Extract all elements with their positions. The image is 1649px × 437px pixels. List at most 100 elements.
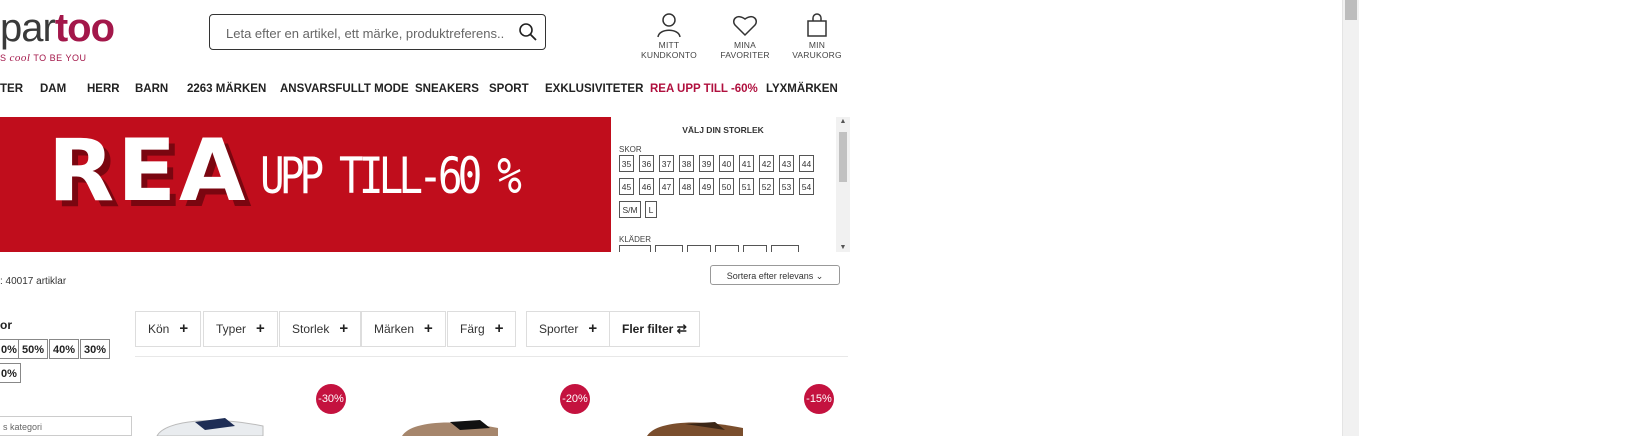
plus-icon: + [494,320,504,337]
search-box [209,14,546,50]
filter-size[interactable]: Storlek + [279,311,362,347]
shoe-size-option[interactable]: 45 [619,178,634,195]
shoe-size-option[interactable]: 54 [799,178,814,195]
nav-item-barn[interactable]: BARN [135,83,168,95]
shoe-size-option[interactable]: 36 [639,155,654,172]
scrollbar-thumb[interactable] [839,132,847,182]
shoe-size-option[interactable]: 46 [639,178,654,195]
shoe-size-option[interactable]: 52 [759,178,774,195]
discount-option[interactable]: 50% [18,339,49,359]
discount-badge: -15% [804,384,834,414]
filter-label: Märken [374,322,415,336]
discount-option[interactable]: 30% [80,339,111,359]
logo-tagline: S cool TO BE YOU [0,52,87,64]
discount-filter-title: or [0,318,12,332]
category-search-input[interactable]: s kategori [0,416,132,436]
clothes-size-option[interactable] [655,245,683,252]
discount-option[interactable]: 40% [49,339,80,359]
shoe-size-option[interactable]: 35 [619,155,634,172]
shoe-size-option[interactable]: 47 [659,178,674,195]
discount-badge: -30% [316,384,346,414]
banner-subline: UPP TILL-60 % [260,147,522,205]
clothes-size-option[interactable] [619,245,651,252]
search-input[interactable] [224,22,508,44]
clothes-size-option[interactable] [771,245,799,252]
filter-sports[interactable]: Sporter + [526,311,611,347]
account-link[interactable]: MITT KUNDKONTO [632,12,706,60]
article-count: : 40017 artiklar [0,276,67,287]
shoe-size-option[interactable]: 50 [719,178,734,195]
clothes-size-label: KLÄDER [619,235,652,244]
shoe-size-option[interactable]: L [645,201,657,218]
filter-label: Kön [148,322,170,336]
logo-text-part1: par [0,6,56,50]
filter-gender[interactable]: Kön + [135,311,202,347]
shoe-size-option[interactable]: 40 [719,155,734,172]
chevron-down-icon: ⌄ [815,271,824,281]
shoe-size-option[interactable]: 53 [779,178,794,195]
nav-item-sale[interactable]: REA UPP TILL -60% [650,83,758,95]
more-filters-label: Fler filter [622,322,674,336]
scroll-up-icon[interactable]: ▲ [836,118,850,125]
heart-icon [733,15,757,37]
product-image-sneaker[interactable] [155,412,265,436]
size-panel-scrollbar[interactable]: ▲ ▼ [836,117,850,252]
shoe-size-option[interactable]: 48 [679,178,694,195]
more-filters-button[interactable]: Fler filter ⇄ [609,311,700,347]
plus-icon: + [179,320,189,337]
cart-label: MIN VARUKORG [792,40,842,60]
filter-types[interactable]: Typer + [203,311,278,347]
tagline-post: TO BE YOU [33,53,87,63]
logo[interactable]: partoo [0,6,115,50]
page-scrollbar[interactable] [1342,0,1359,436]
clothes-size-option[interactable] [743,245,767,252]
favorites-label: MINA FAVORITER [720,40,770,60]
nav-item-exclusive[interactable]: EXKLUSIVITETER [545,83,643,95]
discount-option[interactable]: 0% [0,363,21,383]
shoe-size-option[interactable]: 42 [759,155,774,172]
filter-color[interactable]: Färg + [447,311,517,347]
shoe-size-option[interactable]: 39 [699,155,714,172]
product-image-shoe[interactable] [400,412,500,436]
plus-icon: + [339,320,349,337]
account-label: MITT KUNDKONTO [641,40,697,60]
scroll-down-icon[interactable]: ▼ [836,244,850,251]
logo-text-part2: too [54,6,115,50]
search-icon[interactable] [517,21,539,43]
shoe-size-option[interactable]: S/M [619,201,641,218]
nav-item-brands[interactable]: 2263 MÄRKEN [187,83,266,95]
filter-divider [135,356,848,357]
nav-item-ter[interactable]: TER [0,83,23,95]
nav-item-dam[interactable]: DAM [40,83,66,95]
nav-item-herr[interactable]: HERR [87,83,120,95]
size-panel-title: VÄLJ DIN STORLEK [682,125,764,135]
clothes-size-option[interactable] [715,245,739,252]
filter-label: Färg [460,322,485,336]
shoe-size-option[interactable]: 38 [679,155,694,172]
sort-dropdown[interactable]: Sortera efter relevans ⌄ [710,265,840,285]
shoe-size-option[interactable]: 41 [739,155,754,172]
shoe-size-option[interactable]: 51 [739,178,754,195]
sort-label: Sortera efter relevans [726,271,814,281]
shoe-size-option[interactable]: 37 [659,155,674,172]
bag-icon [807,13,827,37]
shoe-size-option[interactable]: 49 [699,178,714,195]
nav-item-sport[interactable]: SPORT [489,83,529,95]
page-scrollbar-thumb[interactable] [1345,0,1357,20]
size-selector-panel: VÄLJ DIN STORLEK SKOR 35 36 37 38 39 40 41 42 43… [611,117,835,252]
cart-link[interactable]: MIN VARUKORG [784,12,850,60]
user-icon [657,13,681,38]
sliders-icon: ⇄ [676,322,687,336]
nav-item-luxury[interactable]: LYXMÄRKEN [766,83,838,95]
sale-banner[interactable]: REA UPP TILL-60 % [0,117,611,252]
favorites-link[interactable]: MINA FAVORITER [710,12,780,60]
clothes-size-option[interactable] [687,245,711,252]
plus-icon: + [424,320,433,337]
nav-item-responsible[interactable]: ANSVARSFULLT MODE [280,83,409,95]
nav-item-sneakers[interactable]: SNEAKERS [415,83,479,95]
shoe-size-option[interactable]: 44 [799,155,814,172]
shoes-size-label: SKOR [619,145,642,154]
filter-brands[interactable]: Märken + [361,311,446,347]
shoe-size-option[interactable]: 43 [779,155,794,172]
product-image-loafer[interactable] [645,412,745,436]
